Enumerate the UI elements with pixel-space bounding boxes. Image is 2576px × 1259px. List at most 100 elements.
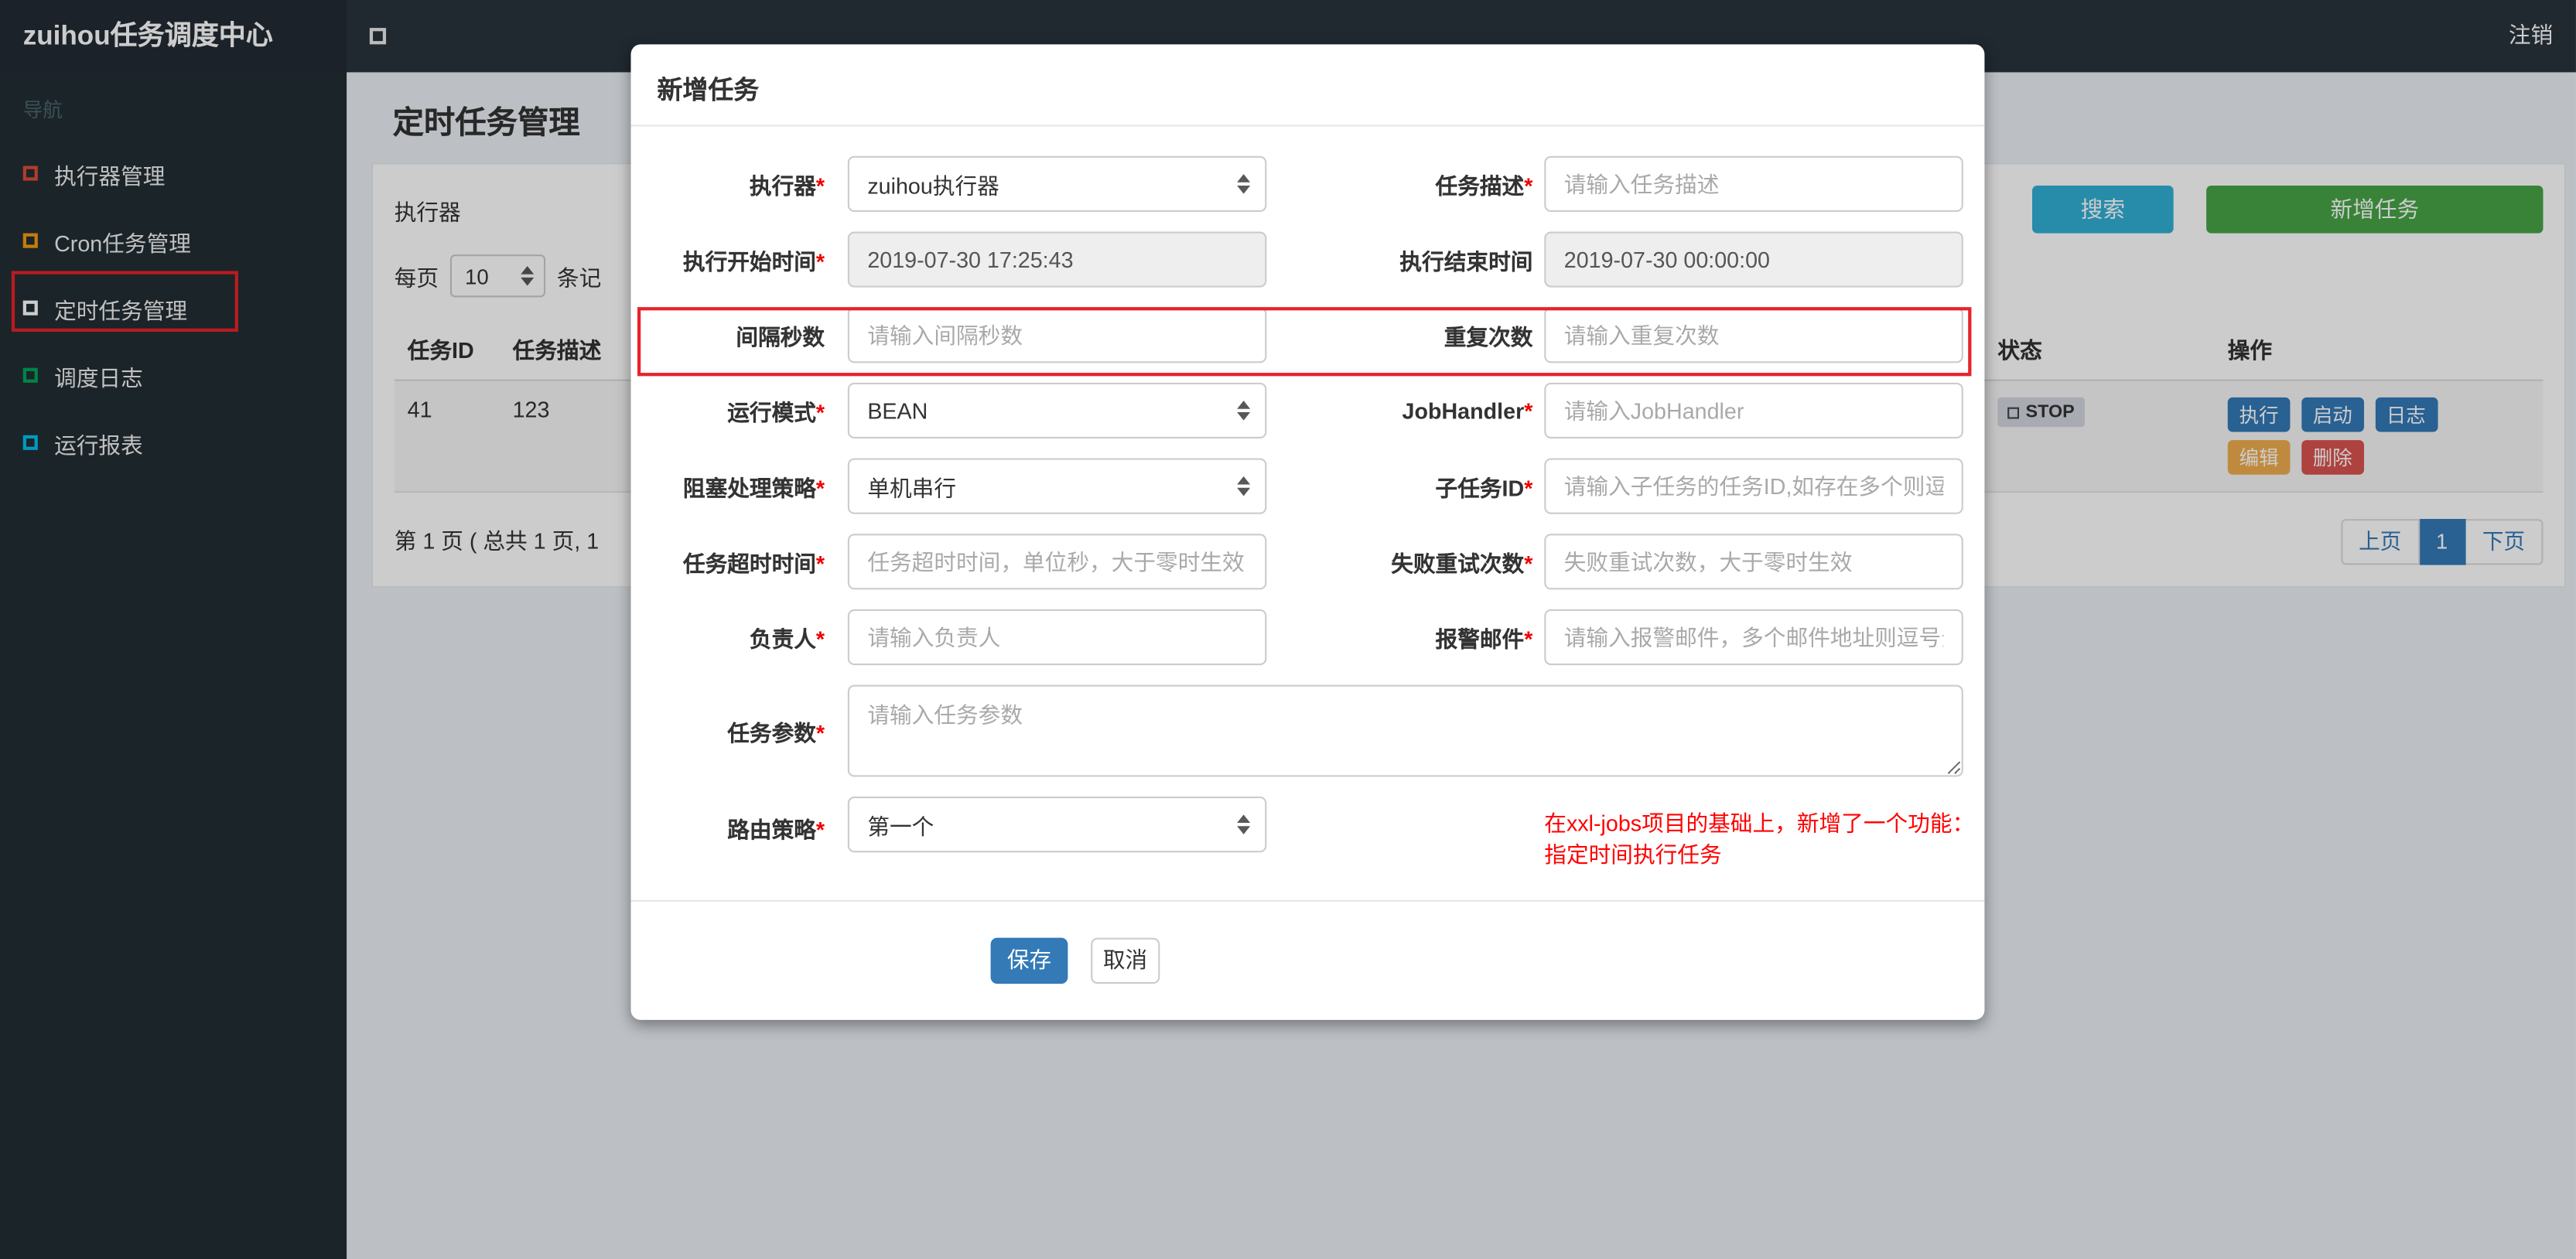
modal-body: 执行器* zuihou执行器 任务描述* 执行开始时间* 执行结束时间 xyxy=(630,127,1985,984)
end-time-label: 执行结束时间 xyxy=(1266,243,1532,275)
label-text: JobHandler xyxy=(1402,397,1525,423)
start-time-control xyxy=(847,231,1267,288)
add-task-modal: 新增任务 执行器* zuihou执行器 任务描述* 执行开始时间* xyxy=(630,44,1985,1020)
form-row-route-strategy: 路由策略* 第一个 在xxl-jobs项目的基础上，新增了一个功能： 指定时间执… xyxy=(652,796,1974,871)
required-asterisk: * xyxy=(1524,551,1533,577)
job-handler-control xyxy=(1544,382,1963,439)
child-job-id-control xyxy=(1544,458,1963,514)
executor-select-value: zuihou执行器 xyxy=(867,174,999,199)
job-desc-input[interactable] xyxy=(1544,155,1963,212)
fail-retry-label: 失败重试次数* xyxy=(1266,545,1532,578)
label-text: 任务描述 xyxy=(1435,174,1525,199)
required-asterisk: * xyxy=(815,476,825,501)
owner-input[interactable] xyxy=(847,609,1267,666)
label-text: 负责人 xyxy=(749,627,816,653)
block-strategy-select[interactable]: 单机串行 xyxy=(847,458,1267,514)
label-text: 路由策略 xyxy=(727,817,816,843)
label-text: 报警邮件 xyxy=(1435,627,1525,653)
form-row-runmode-handler: 运行模式* BEAN JobHandler* xyxy=(652,382,1963,439)
end-time-input[interactable] xyxy=(1544,231,1963,288)
required-asterisk: * xyxy=(1524,476,1533,501)
feature-note: 在xxl-jobs项目的基础上，新增了一个功能： 指定时间执行任务 xyxy=(1544,808,1974,871)
required-asterisk: * xyxy=(815,721,825,746)
required-asterisk: * xyxy=(1524,174,1533,199)
label-text: 执行开始时间 xyxy=(682,249,816,275)
repeat-count-label: 重复次数 xyxy=(1266,319,1533,351)
alarm-email-control xyxy=(1544,609,1963,666)
required-asterisk: * xyxy=(815,401,825,426)
modal-footer: 保存 取消 xyxy=(652,902,1963,984)
run-mode-select-value: BEAN xyxy=(867,397,928,423)
start-time-label: 执行开始时间* xyxy=(652,243,825,275)
label-text: 执行器 xyxy=(749,174,816,199)
interval-label: 间隔秒数 xyxy=(652,319,825,351)
job-param-label: 任务参数* xyxy=(652,715,825,747)
form-row-interval-repeat: 间隔秒数 重复次数 xyxy=(652,307,1963,363)
timeout-label: 任务超时时间* xyxy=(652,545,825,578)
label-text: 阻塞处理策略 xyxy=(682,476,816,501)
required-asterisk: * xyxy=(815,551,825,577)
end-time-control xyxy=(1544,231,1963,288)
form-row-job-param: 任务参数* xyxy=(652,684,1963,777)
run-mode-select[interactable]: BEAN xyxy=(847,382,1267,439)
form-row-executor: 执行器* zuihou执行器 任务描述* xyxy=(652,155,1963,212)
job-param-textarea[interactable] xyxy=(847,684,1963,777)
timeout-control xyxy=(847,534,1267,590)
start-time-input[interactable] xyxy=(847,231,1267,288)
run-mode-label: 运行模式* xyxy=(652,394,825,427)
job-handler-input[interactable] xyxy=(1544,382,1963,439)
job-desc-control xyxy=(1544,155,1963,212)
form-row-timeout-retry: 任务超时时间* 失败重试次数* xyxy=(652,534,1963,590)
cancel-button[interactable]: 取消 xyxy=(1090,937,1160,984)
required-asterisk: * xyxy=(1524,627,1533,653)
label-text: 执行结束时间 xyxy=(1399,249,1533,275)
label-text: 任务超时时间 xyxy=(682,551,816,577)
select-arrows-icon xyxy=(1237,476,1251,496)
select-arrows-icon xyxy=(1237,174,1251,194)
required-asterisk: * xyxy=(1524,397,1533,423)
timeout-input[interactable] xyxy=(847,534,1267,590)
app-window: zuihou任务调度中心 注销 导航 执行器管理 Cron任务管理 定时任务管理… xyxy=(0,0,2576,1259)
label-text: 失败重试次数 xyxy=(1391,551,1525,577)
required-asterisk: * xyxy=(815,627,825,653)
executor-select[interactable]: zuihou执行器 xyxy=(847,155,1267,212)
fail-retry-input[interactable] xyxy=(1544,534,1963,590)
select-arrows-icon xyxy=(1237,401,1251,421)
executor-label: 执行器* xyxy=(652,168,825,200)
block-strategy-label: 阻塞处理策略* xyxy=(652,469,825,502)
repeat-count-input[interactable] xyxy=(1544,307,1963,363)
select-arrows-icon xyxy=(1237,814,1251,834)
required-asterisk: * xyxy=(815,817,825,843)
required-asterisk: * xyxy=(815,249,825,275)
feature-note-line2: 指定时间执行任务 xyxy=(1544,842,1722,868)
owner-label: 负责人* xyxy=(652,621,825,653)
job-desc-label: 任务描述* xyxy=(1266,168,1533,200)
label-text: 子任务ID xyxy=(1435,476,1525,501)
alarm-email-input[interactable] xyxy=(1544,609,1963,666)
interval-input[interactable] xyxy=(847,307,1267,363)
alarm-email-label: 报警邮件* xyxy=(1266,621,1533,653)
label-text: 重复次数 xyxy=(1443,325,1533,350)
route-strategy-select-value: 第一个 xyxy=(867,814,934,840)
feature-note-line1: 在xxl-jobs项目的基础上，新增了一个功能： xyxy=(1544,811,1975,836)
job-handler-label: JobHandler* xyxy=(1266,397,1533,423)
form-row-owner-email: 负责人* 报警邮件* xyxy=(652,609,1963,666)
owner-control xyxy=(847,609,1267,666)
label-text: 运行模式 xyxy=(727,401,816,426)
form-row-times: 执行开始时间* 执行结束时间 xyxy=(652,231,1963,288)
label-text: 间隔秒数 xyxy=(736,325,825,350)
modal-header: 新增任务 xyxy=(630,44,1985,127)
repeat-count-control xyxy=(1544,307,1963,363)
child-job-id-input[interactable] xyxy=(1544,458,1963,514)
label-text: 任务参数 xyxy=(727,721,816,746)
save-button[interactable]: 保存 xyxy=(990,937,1068,984)
required-asterisk: * xyxy=(815,174,825,199)
route-strategy-select[interactable]: 第一个 xyxy=(847,796,1267,853)
interval-control xyxy=(847,307,1267,363)
route-strategy-label: 路由策略* xyxy=(652,811,825,844)
fail-retry-control xyxy=(1544,534,1963,590)
modal-title: 新增任务 xyxy=(657,77,760,105)
block-strategy-select-value: 单机串行 xyxy=(867,476,956,501)
child-job-id-label: 子任务ID* xyxy=(1266,469,1533,502)
form-row-block-childjob: 阻塞处理策略* 单机串行 子任务ID* xyxy=(652,458,1963,514)
